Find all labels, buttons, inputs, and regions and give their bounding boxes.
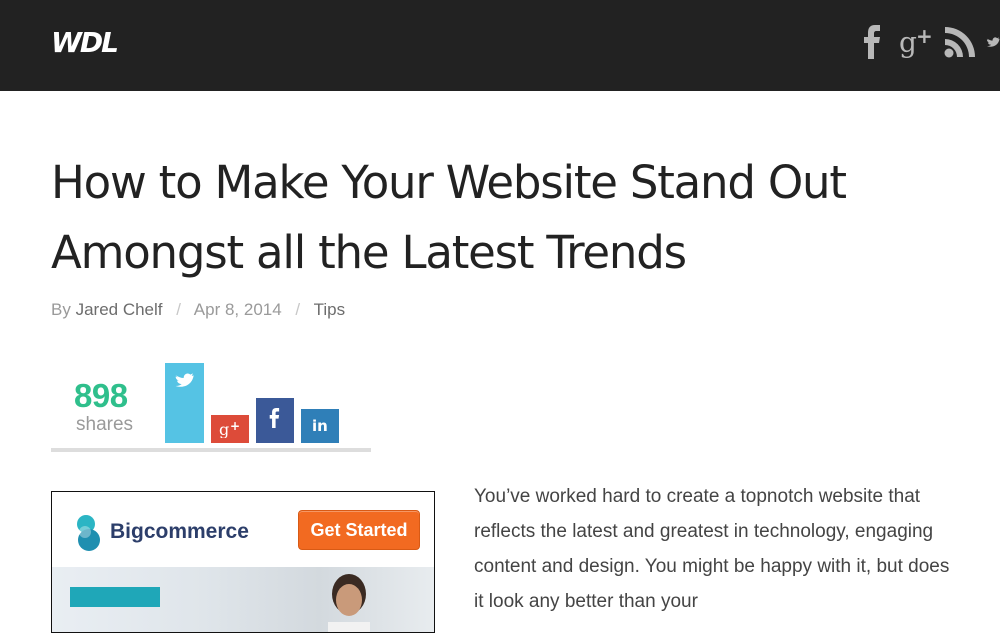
get-started-button[interactable]: Get Started — [298, 510, 420, 550]
google-plus-icon: g + — [219, 420, 240, 438]
ad-banner-strip — [70, 587, 160, 607]
article-date: Apr 8, 2014 — [193, 300, 282, 319]
bigcommerce-logo-icon — [77, 515, 100, 551]
linkedin-icon: in — [312, 417, 328, 434]
author-link[interactable]: Jared Chelf — [76, 300, 163, 319]
svg-text:+: + — [230, 420, 240, 433]
twitter-share-button[interactable] — [165, 363, 204, 443]
google-plus-icon[interactable]: g + — [897, 24, 935, 60]
google-plus-share-button[interactable]: g + — [211, 415, 249, 443]
twitter-icon[interactable] — [986, 24, 1000, 60]
meta-separator: / — [295, 300, 301, 319]
facebook-icon — [269, 408, 280, 428]
twitter-icon — [174, 373, 194, 387]
bigcommerce-ad[interactable]: Bigcommerce Get Started — [51, 491, 435, 633]
ad-brand-name: Bigcommerce — [110, 520, 249, 543]
ad-person-image — [328, 574, 370, 632]
top-header: WDL g + — [0, 0, 1000, 91]
by-label: By — [51, 300, 71, 319]
svg-text:in: in — [312, 417, 328, 434]
rss-icon[interactable] — [943, 24, 977, 60]
article-meta: By Jared Chelf / Apr 8, 2014 / Tips — [51, 300, 345, 320]
share-label: shares — [76, 414, 134, 435]
site-logo[interactable]: WDL — [51, 26, 119, 59]
meta-separator: / — [176, 300, 181, 319]
facebook-share-button[interactable] — [256, 398, 294, 443]
svg-text:+: + — [916, 25, 933, 48]
svg-text:g: g — [899, 26, 917, 59]
linkedin-share-button[interactable]: in — [301, 409, 339, 443]
facebook-icon[interactable] — [858, 24, 888, 60]
svg-text:g: g — [219, 420, 229, 438]
share-count: 898 — [74, 377, 128, 414]
article-body: You’ve worked hard to create a topnotch … — [474, 486, 950, 612]
share-divider — [51, 448, 371, 452]
category-link[interactable]: Tips — [314, 300, 346, 319]
article-title: How to Make Your Website Stand Out Among… — [51, 156, 847, 279]
